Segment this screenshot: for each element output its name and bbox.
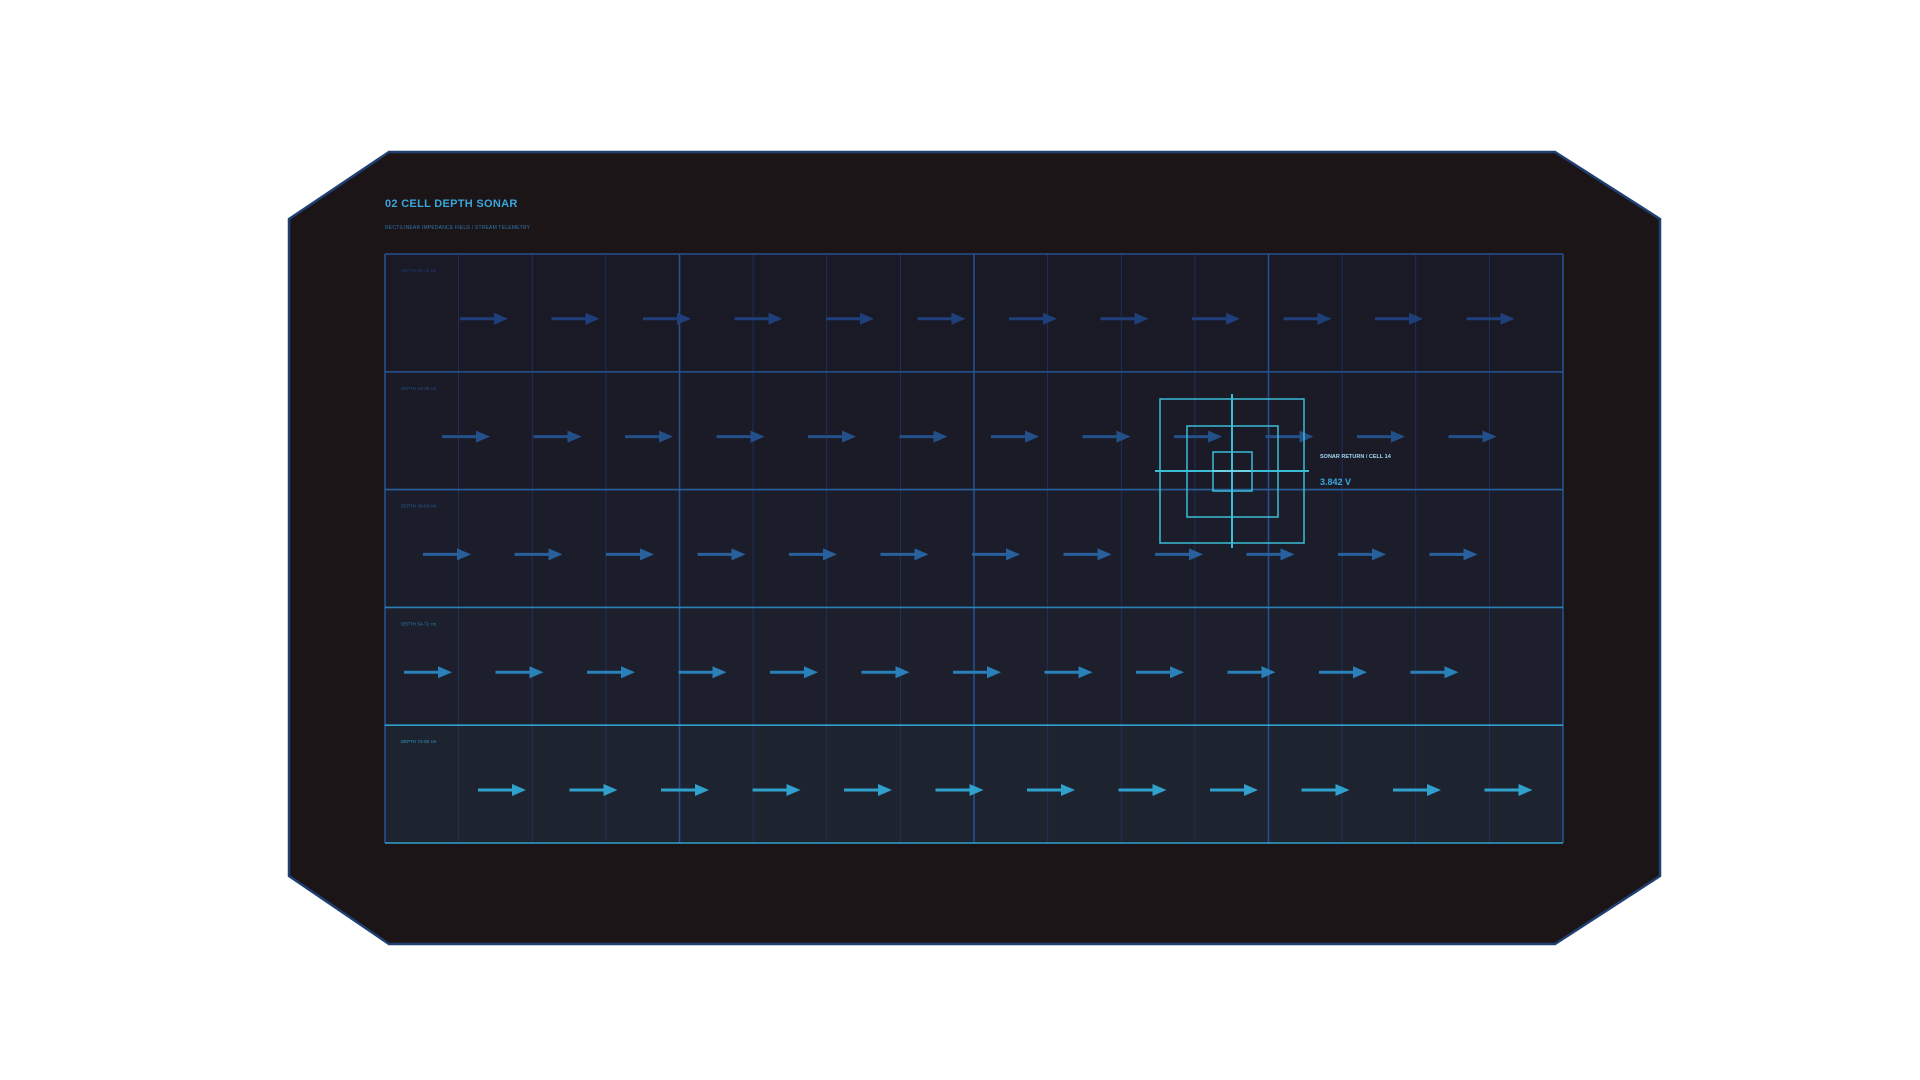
- panel-subtitle: RECTILINEAR IMPEDANCE FIELD / STREAM TEL…: [385, 225, 531, 231]
- depth-band-label: DEPTH 72-90 cm: [401, 739, 437, 744]
- depth-band-label: DEPTH 18-36 cm: [401, 386, 437, 391]
- depth-field: DEPTH 00-18 cm DEPTH 18-36 cm DEPTH 36-54 …: [384, 253, 1564, 844]
- depth-band-label: DEPTH 36-54 cm: [401, 504, 437, 509]
- depth-band-label: DEPTH 54-72 cm: [401, 621, 437, 626]
- sonar-panel: 02 CELL DEPTH SONAR RECTILINEAR IMPEDANC…: [287, 150, 1662, 946]
- depth-band-label: DEPTH 00-18 cm: [401, 268, 437, 273]
- target-value: 3.842 V: [1320, 477, 1351, 487]
- panel-title: 02 CELL DEPTH SONAR: [385, 198, 518, 210]
- target-label: SONAR RETURN / CELL 14: [1320, 454, 1392, 460]
